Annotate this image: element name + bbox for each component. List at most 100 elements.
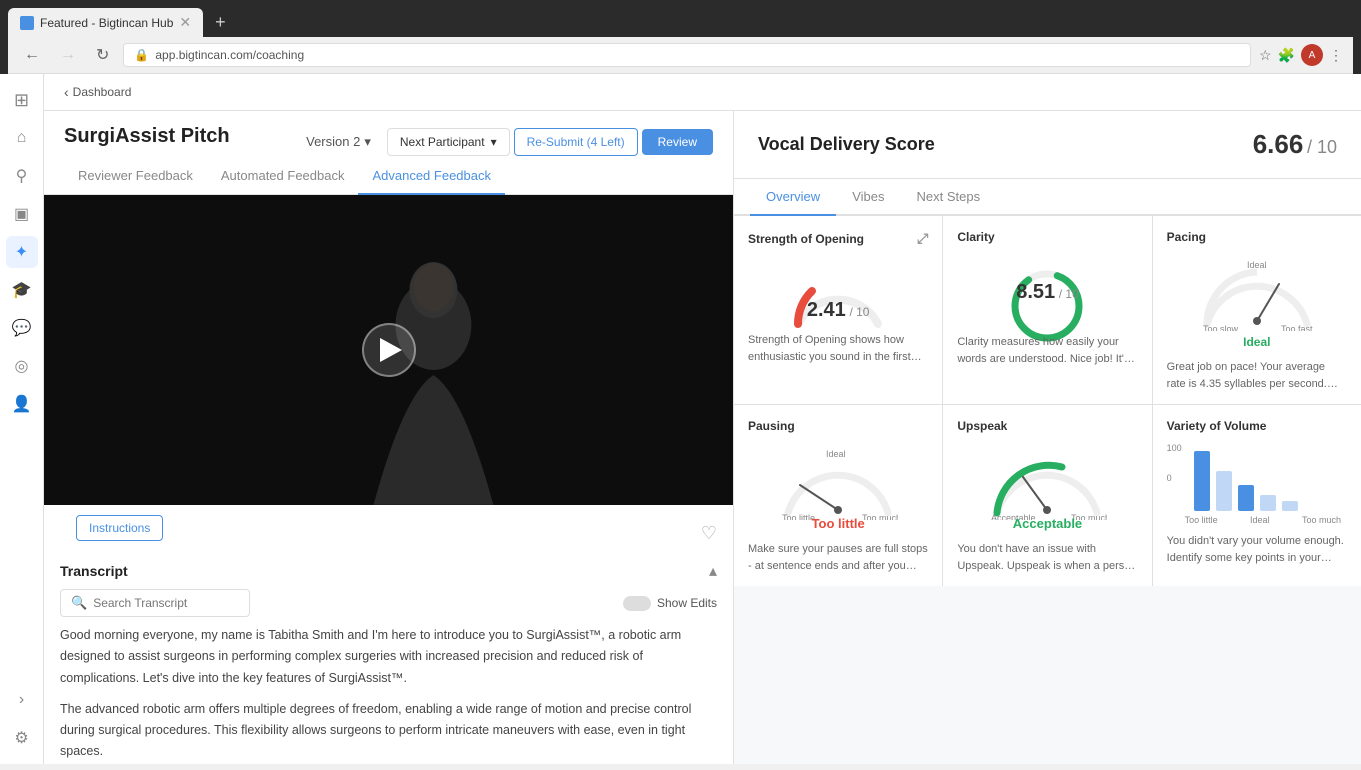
instructions-button[interactable]: Instructions xyxy=(76,515,163,541)
nav-grid-icon[interactable]: ⊞ xyxy=(6,84,38,116)
variety-bar-chart xyxy=(1186,443,1316,515)
score-tab-overview[interactable]: Overview xyxy=(750,179,836,216)
video-play-button[interactable] xyxy=(362,323,416,377)
upspeak-status: Acceptable xyxy=(1013,516,1082,531)
user-avatar[interactable]: A xyxy=(1301,44,1323,66)
svg-text:Too much: Too much xyxy=(862,513,898,520)
address-bar[interactable]: 🔒 app.bigtincan.com/coaching xyxy=(123,43,1251,67)
nav-files-icon[interactable]: ▣ xyxy=(6,198,38,230)
main-tabs: Reviewer Feedback Automated Feedback Adv… xyxy=(44,158,733,195)
nav-training-icon[interactable]: ✦ xyxy=(6,236,38,268)
right-panel: Vocal Delivery Score 6.66 / 10 Overview … xyxy=(734,111,1361,764)
tab-advanced-feedback[interactable]: Advanced Feedback xyxy=(358,158,505,195)
pausing-desc: Make sure your pauses are full stops - a… xyxy=(748,541,928,574)
pausing-status: Too little xyxy=(812,516,865,531)
metric-upspeak: Upspeak Acceptable xyxy=(943,405,1151,586)
tab-reviewer-feedback[interactable]: Reviewer Feedback xyxy=(64,158,207,195)
transcript-area: Transcript ▴ 🔍 Show Edits xyxy=(44,551,733,764)
pacing-status: Ideal xyxy=(1243,335,1270,349)
search-transcript-input[interactable] xyxy=(93,596,239,610)
score-denominator: 10 xyxy=(1317,137,1337,157)
transcript-text: Good morning everyone, my name is Tabith… xyxy=(60,625,717,764)
transcript-collapse-button[interactable]: ▴ xyxy=(709,561,717,581)
svg-text:Ideal: Ideal xyxy=(1247,260,1267,270)
metric-pacing-title: Pacing xyxy=(1167,230,1206,244)
upspeak-desc: You don't have an issue with Upspeak. Up… xyxy=(957,541,1137,574)
next-participant-button[interactable]: Next Participant ▾ xyxy=(387,128,510,156)
metric-upspeak-title: Upspeak xyxy=(957,419,1007,433)
metrics-grid: Strength of Opening ⤢ 2.41 xyxy=(734,216,1361,586)
expand-strength-icon[interactable]: ⤢ xyxy=(917,230,928,247)
bar-label-too-much: Too much xyxy=(1302,515,1341,525)
variety-desc: You didn't vary your volume enough. Iden… xyxy=(1167,533,1347,566)
main-content: ‹ Dashboard SurgiAssist Pitch Version 2 … xyxy=(44,74,1361,764)
bar-label-ideal: Ideal xyxy=(1250,515,1270,525)
browser-tab-active[interactable]: Featured - Bigtincan Hub ✕ xyxy=(8,8,203,37)
strength-desc: Strength of Opening shows how enthusiast… xyxy=(748,332,928,365)
metric-clarity-title: Clarity xyxy=(957,230,994,244)
transcript-paragraph-1: Good morning everyone, my name is Tabith… xyxy=(60,625,717,689)
metric-variety-title: Variety of Volume xyxy=(1167,419,1267,433)
nav-home-icon[interactable]: ⌂ xyxy=(6,122,38,154)
tab-favicon xyxy=(20,16,34,30)
transcript-title: Transcript xyxy=(60,563,128,579)
transcript-controls: 🔍 Show Edits xyxy=(60,589,717,625)
review-button[interactable]: Review xyxy=(642,129,713,155)
back-button[interactable]: ← xyxy=(18,44,46,66)
version-selector[interactable]: Version 2 ▾ xyxy=(306,134,371,150)
participant-chevron-icon: ▾ xyxy=(491,135,497,149)
video-player[interactable] xyxy=(44,195,733,505)
score-header: Vocal Delivery Score 6.66 / 10 xyxy=(734,111,1361,179)
score-tabs: Overview Vibes Next Steps xyxy=(734,179,1361,216)
svg-text:Too slow: Too slow xyxy=(1203,324,1239,331)
metric-strength-opening: Strength of Opening ⤢ 2.41 xyxy=(734,216,942,404)
strength-denom: / 10 xyxy=(849,305,869,319)
pitch-title: SurgiAssist Pitch xyxy=(64,125,230,148)
instructions-label: Instructions xyxy=(89,521,150,535)
nav-chat-icon[interactable]: 💬 xyxy=(6,312,38,344)
review-label: Review xyxy=(658,135,697,149)
metric-pacing: Pacing xyxy=(1153,216,1361,404)
pitch-header: SurgiAssist Pitch Version 2 ▾ Next Parti… xyxy=(44,111,733,158)
score-tab-next-steps[interactable]: Next Steps xyxy=(900,179,996,216)
back-link[interactable]: ‹ Dashboard xyxy=(64,84,131,100)
resubmit-button[interactable]: Re-Submit (4 Left) xyxy=(514,128,638,156)
score-tab-vibes[interactable]: Vibes xyxy=(836,179,900,216)
transcript-header: Transcript ▴ xyxy=(60,551,717,589)
extension-icon[interactable]: 🧩 xyxy=(1278,47,1295,64)
vocal-delivery-score: 6.66 / 10 xyxy=(1253,129,1337,160)
nav-expand-icon[interactable]: › xyxy=(6,684,38,716)
version-label: Version 2 xyxy=(306,134,360,149)
bookmark-icon[interactable]: ☆ xyxy=(1259,47,1272,64)
new-tab-button[interactable]: + xyxy=(207,8,234,37)
heart-icon[interactable]: ♡ xyxy=(701,523,717,544)
pausing-gauge-svg: Too little Too much Ideal xyxy=(778,445,898,520)
menu-icon[interactable]: ⋮ xyxy=(1329,47,1343,64)
tab-title: Featured - Bigtincan Hub xyxy=(40,16,173,30)
nav-search-icon[interactable]: ⚲ xyxy=(6,160,38,192)
nav-person-icon[interactable]: 👤 xyxy=(6,388,38,420)
tab-close-button[interactable]: ✕ xyxy=(179,14,191,31)
nav-graduation-icon[interactable]: 🎓 xyxy=(6,274,38,306)
search-box[interactable]: 🔍 xyxy=(60,589,250,617)
nav-globe-icon[interactable]: ◎ xyxy=(6,350,38,382)
clarity-denom: / 10 xyxy=(1059,287,1079,301)
pacing-gauge-svg: Too slow Too fast Ideal xyxy=(1197,256,1317,331)
vocal-delivery-title: Vocal Delivery Score xyxy=(758,134,935,155)
forward-button[interactable]: → xyxy=(54,44,82,66)
left-panel: SurgiAssist Pitch Version 2 ▾ Next Parti… xyxy=(44,111,734,764)
svg-text:Ideal: Ideal xyxy=(826,449,846,459)
nav-settings-icon[interactable]: ⚙ xyxy=(6,722,38,754)
show-edits-toggle[interactable]: Show Edits xyxy=(623,596,717,611)
back-arrow-icon: ‹ xyxy=(64,84,69,100)
play-icon xyxy=(380,338,402,362)
bar-label-too-little: Too little xyxy=(1185,515,1218,525)
clarity-desc: Clarity measures how easily your words a… xyxy=(957,334,1137,367)
score-number: 6.66 xyxy=(1253,129,1304,159)
refresh-button[interactable]: ↻ xyxy=(90,43,115,67)
show-edits-label: Show Edits xyxy=(657,596,717,610)
strength-score: 2.41 xyxy=(807,299,846,321)
breadcrumb: Dashboard xyxy=(73,85,132,99)
tab-automated-feedback[interactable]: Automated Feedback xyxy=(207,158,359,195)
edits-toggle-switch[interactable] xyxy=(623,596,651,611)
